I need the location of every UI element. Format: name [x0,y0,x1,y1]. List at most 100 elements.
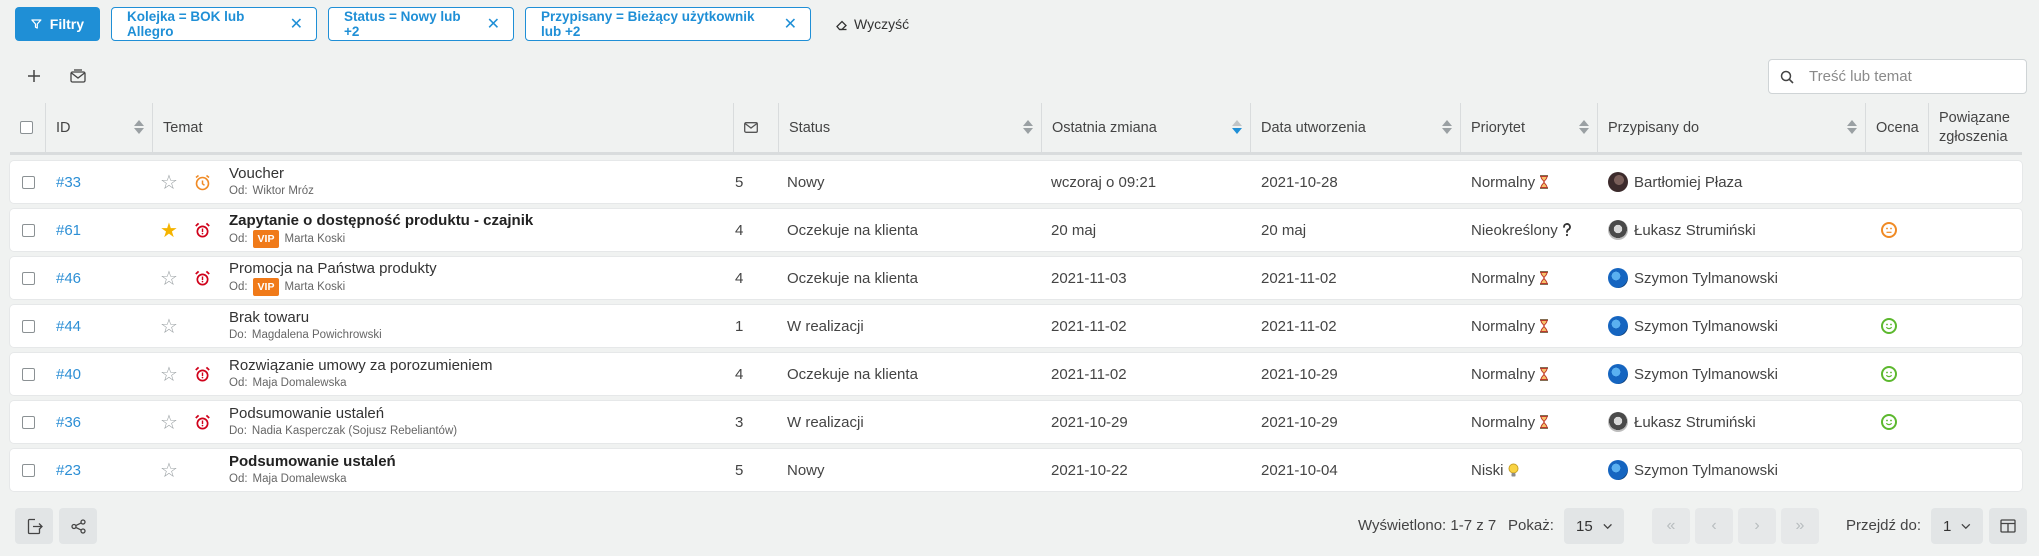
table-row[interactable]: #23 ☆ Podsumowanie ustaleń Od: Maja Domalews… [10,449,2022,491]
assignee-name: Szymon Tylmanowski [1634,317,1778,335]
ticket-title[interactable]: Zapytanie o dostępność produktu - czajni… [229,212,533,230]
envelope-icon [70,69,86,83]
column-header-status[interactable]: Status [779,103,1042,152]
ticket-topic-cell[interactable]: Promocja na Państwa produkty Od: VIP Marta … [229,257,729,299]
ticket-title[interactable]: Voucher [229,165,284,183]
column-header-topic[interactable]: Temat [153,103,734,152]
filter-chip-label: Kolejka = BOK lub Allegro [127,9,245,39]
filter-chip-assigned[interactable]: Przypisany = Bieżący użytkownik lub +2 ✕ [525,7,811,41]
ticket-id-link[interactable]: #46 [56,270,81,287]
ticket-topic-cell[interactable]: Podsumowanie ustaleń Od: Maja Domalewska [229,449,729,491]
compose-message-button[interactable] [64,62,92,90]
filter-chip-queue[interactable]: Kolejka = BOK lub Allegro ✕ [111,7,317,41]
star-toggle[interactable]: ☆ [160,161,178,203]
row-checkbox[interactable] [22,415,35,429]
ticket-id-link[interactable]: #36 [56,414,81,431]
column-header-last-change[interactable]: Ostatnia zmiana [1042,103,1251,152]
row-checkbox[interactable] [22,175,35,189]
column-header-priority[interactable]: Priorytet [1461,103,1598,152]
ticket-topic-cell[interactable]: Voucher Od: Wiktor Mróz [229,161,729,203]
column-header-label: ID [56,119,71,136]
star-toggle[interactable]: ★ [160,209,178,251]
funnel-icon [31,19,42,29]
column-header-messages[interactable] [734,103,779,152]
add-ticket-button[interactable] [20,62,48,90]
table-row[interactable]: #36 ☆ Podsumowanie ustaleń Do: Nadia Kasperc… [10,401,2022,443]
star-toggle[interactable]: ☆ [160,401,178,443]
column-header-id[interactable]: ID [46,103,153,152]
clear-filters-button[interactable]: Wyczyść [835,16,909,32]
star-icon: ☆ [160,411,178,434]
table-row[interactable]: #40 ☆ Rozwiązanie umowy za porozumieniem Od… [10,353,2022,395]
sort-icon [1023,117,1033,137]
created-date-text: 2021-10-29 [1261,413,1338,431]
priority-text: Normalny [1471,269,1536,287]
prev-page-button[interactable]: ‹ [1695,508,1733,544]
ticket-contact: Od: Maja Domalewska [229,471,347,487]
priority-text: Normalny [1471,173,1536,191]
table-row[interactable]: #46 ☆ Promocja na Państwa produkty Od: VIP Ma… [10,257,2022,299]
goto-page-select[interactable]: 1 [1931,508,1983,544]
next-page-button[interactable]: › [1738,508,1776,544]
contact-prefix: Do: [229,329,247,341]
ticket-topic-cell[interactable]: Rozwiązanie umowy za porozumieniem Od: Maj… [229,353,729,395]
ticket-id-cell: #40 [56,353,81,395]
double-chevron-left-icon: « [1666,517,1676,534]
table-row[interactable]: #44 ☆ Brak towaru Do: Magdalena Powichrowski… [10,305,2022,347]
export-button[interactable] [15,508,53,544]
ticket-contact: Do: Magdalena Powichrowski [229,327,382,343]
ticket-title[interactable]: Podsumowanie ustaleń [229,453,396,471]
ticket-id-link[interactable]: #44 [56,318,81,335]
ticket-topic-cell[interactable]: Podsumowanie ustaleń Do: Nadia Kasperczak … [229,401,729,443]
close-icon[interactable]: ✕ [473,14,500,34]
star-toggle[interactable]: ☆ [160,305,178,347]
status-text: Oczekuje na klienta [787,221,918,239]
filter-chip-status[interactable]: Status = Nowy lub +2 ✕ [328,7,514,41]
last-change-text: 2021-11-02 [1051,317,1127,335]
row-checkbox[interactable] [22,319,35,333]
search-input[interactable] [1805,67,2011,86]
table-row[interactable]: #61 ★ Zapytanie o dostępność produktu - cz… [10,209,2022,251]
rating-cell [1881,305,1897,347]
column-header-label: Ostatnia zmiana [1052,119,1157,136]
ticket-title[interactable]: Rozwiązanie umowy za porozumieniem [229,357,492,375]
close-icon[interactable]: ✕ [770,14,797,34]
star-toggle[interactable]: ☆ [160,449,178,491]
column-header-rating[interactable]: Ocena [1866,103,1929,152]
star-toggle[interactable]: ☆ [160,257,178,299]
ticket-id-cell: #36 [56,401,81,443]
ticket-id-link[interactable]: #61 [56,222,81,239]
table-row[interactable]: #33 ☆ Voucher Od: Wiktor Mróz 5 Nowy wczoraj o … [10,161,2022,203]
row-checkbox[interactable] [22,367,35,381]
last-page-button[interactable]: » [1781,508,1819,544]
ticket-title[interactable]: Brak towaru [229,309,309,327]
contact-name: Marta Koski [284,281,346,293]
select-all-checkbox[interactable] [20,121,33,134]
row-checkbox[interactable] [22,223,35,237]
hourglass-icon [1540,271,1549,285]
ticket-title[interactable]: Podsumowanie ustaleń [229,405,384,423]
filters-button[interactable]: Filtry [15,7,100,41]
ticket-title[interactable]: Promocja na Państwa produkty [229,260,437,278]
column-header-related[interactable]: Powiązane zgłoszenia [1929,103,2022,152]
ticket-topic-cell[interactable]: Brak towaru Do: Magdalena Powichrowski [229,305,729,347]
star-toggle[interactable]: ☆ [160,353,178,395]
row-checkbox[interactable] [22,271,35,285]
avatar [1608,460,1628,480]
ticket-topic-cell[interactable]: Zapytanie o dostępność produktu - czajni… [229,209,729,251]
column-header-created[interactable]: Data utworzenia [1251,103,1461,152]
ticket-id-link[interactable]: #40 [56,366,81,383]
first-page-button[interactable]: « [1652,508,1690,544]
row-checkbox[interactable] [22,463,35,477]
assignee-cell: Bartłomiej Płaza [1608,161,1742,203]
close-icon[interactable]: ✕ [276,14,303,34]
hourglass-icon [1540,415,1549,429]
column-header-assigned[interactable]: Przypisany do [1598,103,1866,152]
page-size-select[interactable]: 15 [1564,508,1624,544]
ticket-id-link[interactable]: #33 [56,174,81,191]
column-settings-button[interactable] [1989,508,2027,544]
ticket-id-link[interactable]: #23 [56,462,81,479]
neutral-face-icon [1881,222,1897,238]
share-button[interactable] [59,508,97,544]
status-text: Nowy [787,173,825,191]
